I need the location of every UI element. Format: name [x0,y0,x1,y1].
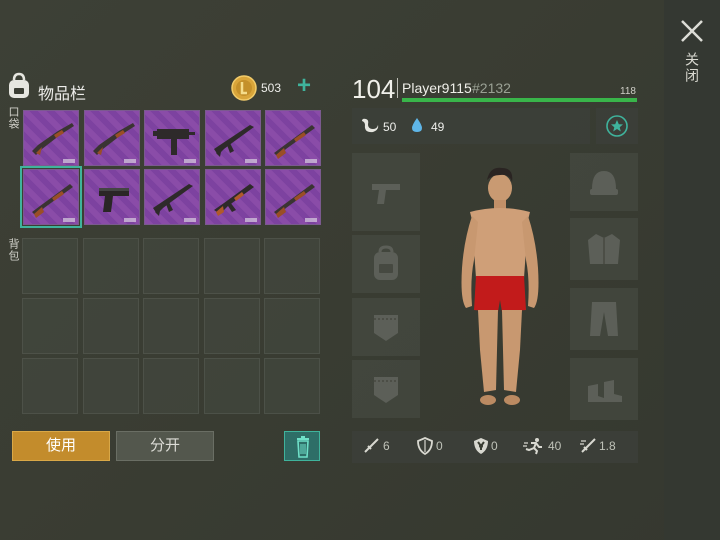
uzi-icon [153,129,195,155]
item-tag [184,159,196,163]
pocket-slot[interactable] [23,110,79,166]
pants-icon [590,302,618,336]
pocket-slot[interactable] [83,110,140,166]
item-tag [244,218,257,222]
shotgun-icon [32,123,74,155]
sword-icon [364,438,379,453]
trash-button[interactable] [284,431,320,461]
equip-slot-jacket[interactable] [570,218,638,280]
pocket-slot[interactable] [204,169,261,225]
pocket-slot[interactable] [144,110,200,166]
item-tag [244,159,257,163]
character-model [461,167,539,405]
use-button[interactable]: 使用 [12,431,110,461]
star-icon [606,115,628,137]
hat-icon [590,171,618,195]
backpack-icon [374,245,398,280]
assault-rifle-icon [153,184,193,216]
item-tag [123,159,136,163]
backpack-slot[interactable] [203,238,260,294]
pocket-slot[interactable] [144,169,200,225]
attack-speed-stat: 1.8 [599,439,616,453]
close-label[interactable]: 关闭 [682,52,702,84]
pocket-icon [374,377,398,403]
shield-icon [417,437,433,455]
radiation-stat: 0 [491,439,498,453]
backpack-slot[interactable] [143,238,199,294]
item-tag [305,218,317,222]
equip-slot-pocket[interactable] [352,360,420,418]
rifle-icon [274,125,315,159]
shotgun-icon [92,123,135,155]
pistol-icon [98,188,129,212]
coin-count: 503 [261,81,282,95]
water-drop-icon [412,118,422,132]
running-icon [523,438,542,455]
pocket-slot[interactable] [20,166,82,228]
backpack-slot[interactable] [143,298,199,354]
player-name: Player9115 [402,80,472,96]
backpack-slot[interactable] [22,298,78,354]
pistol-icon [372,184,400,204]
thirst-value: 49 [431,120,445,134]
pocket-slot[interactable] [83,169,140,225]
item-tag [123,218,136,222]
trash-icon [297,436,309,458]
player-level: 104 [352,74,396,104]
ak-rifle-icon [213,184,254,216]
backpack-slot[interactable] [22,358,78,414]
backpack-slot[interactable] [22,238,78,294]
item-tag [184,218,196,222]
equip-slot-hat[interactable] [570,153,638,211]
coin-icon [231,75,257,101]
pocket-label: 口袋 [7,106,19,130]
backpack-label: 背包 [7,238,19,262]
backpack-slot[interactable] [264,358,320,414]
assault-rifle-icon [213,125,254,157]
backpack-slot[interactable] [82,358,139,414]
xp-value: 118 [620,86,636,97]
inventory-title: 物品栏 [38,86,87,103]
attack-stat: 6 [383,439,390,453]
close-icon[interactable] [679,18,705,44]
boots-icon [588,380,622,402]
add-coins-button[interactable]: + [297,74,311,98]
equip-slot-pistol[interactable] [352,153,420,231]
backpack-slot[interactable] [82,298,139,354]
pocket-slot[interactable] [265,110,321,166]
backpack-icon [9,72,29,98]
defense-stat: 0 [436,439,443,453]
equip-slot-boots[interactable] [570,358,638,420]
backpack-slot[interactable] [203,358,260,414]
item-tag [63,218,75,222]
equip-slot-backpack[interactable] [352,235,420,293]
backpack-slot[interactable] [143,358,199,414]
stomach-icon [362,118,379,133]
xp-bar-fill [402,98,637,102]
pocket-slot[interactable] [204,110,261,166]
xp-bar [402,98,637,102]
radiation-icon [474,438,488,454]
speed-stat: 40 [548,439,562,453]
rifle-icon [32,184,73,218]
item-tag [63,159,75,163]
backpack-slot[interactable] [264,238,320,294]
equip-slot-pants[interactable] [570,288,638,350]
pocket-slot[interactable] [265,169,321,225]
hunger-value: 50 [383,120,397,134]
attack-speed-icon [580,438,596,453]
backpack-slot[interactable] [264,298,320,354]
split-button[interactable]: 分开 [116,431,214,461]
rifle-icon [274,184,315,218]
equip-slot-pocket[interactable] [352,298,420,356]
jacket-icon [588,234,620,264]
level-divider [397,78,398,98]
item-tag [305,159,317,163]
backpack-slot[interactable] [82,238,139,294]
pocket-icon [374,315,398,341]
backpack-slot[interactable] [203,298,260,354]
player-id: #2132 [472,80,511,96]
